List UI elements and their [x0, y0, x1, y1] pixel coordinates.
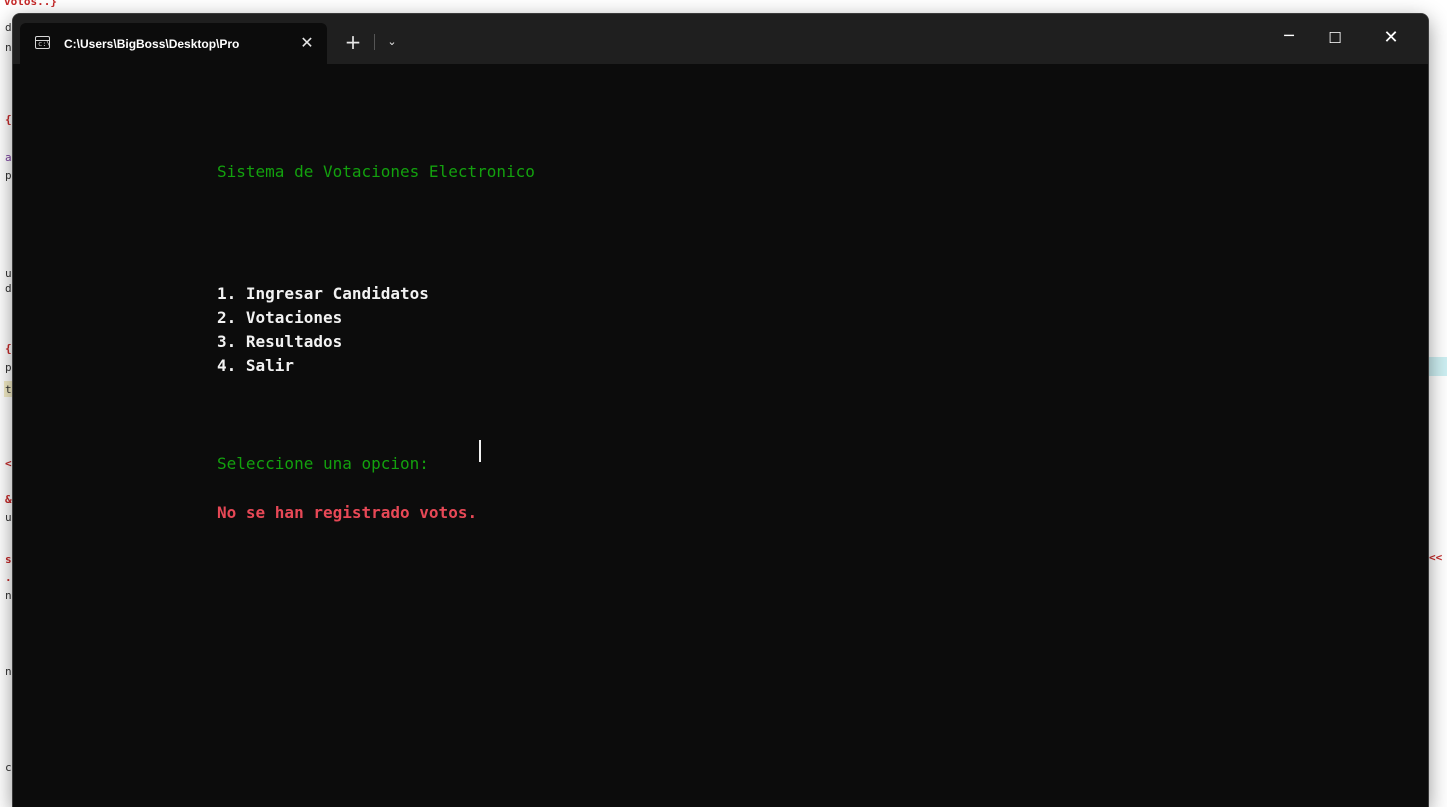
terminal-window[interactable]: c:\ C:\Users\BigBoss\Desktop\Pro ✕ + ⌄ ─… — [13, 14, 1428, 807]
background-code-fragment: t — [5, 383, 12, 396]
minimize-icon[interactable]: ─ — [1266, 14, 1312, 62]
background-code-fragment: n — [5, 665, 12, 678]
menu-item-votaciones: 2. Votaciones — [217, 308, 343, 327]
tab-separator — [374, 34, 375, 50]
background-code-fragment: p — [5, 361, 12, 374]
close-window-icon[interactable]: ✕ — [1368, 14, 1414, 62]
background-code-fragment: a — [5, 151, 12, 164]
background-code-fragment: c — [5, 761, 12, 774]
terminal-tab[interactable]: c:\ C:\Users\BigBoss\Desktop\Pro ✕ — [20, 23, 327, 64]
menu-item-salir: 4. Salir — [217, 356, 295, 375]
cmd-icon: c:\ — [35, 36, 51, 49]
background-highlight — [1428, 357, 1447, 376]
input-prompt: Seleccione una opcion: — [217, 454, 439, 473]
background-code-fragment: votos..} — [4, 0, 57, 8]
menu-item-resultados: 3. Resultados — [217, 332, 343, 351]
maximize-icon[interactable]: ☐ — [1312, 14, 1358, 62]
status-message: No se han registrado votos. — [217, 503, 478, 522]
chevron-down-icon[interactable]: ⌄ — [381, 30, 403, 54]
background-code-fragment: { — [5, 342, 12, 355]
background-code-fragment: << — [1429, 551, 1443, 564]
background-code-fragment: s — [5, 553, 12, 566]
console-output[interactable]: Sistema de Votaciones Electronico 1. Ing… — [13, 64, 1428, 807]
tab-title: C:\Users\BigBoss\Desktop\Pro — [64, 37, 240, 51]
background-code-fragment: . — [5, 571, 12, 584]
close-tab-icon[interactable]: ✕ — [296, 32, 318, 54]
menu-item-ingresar-candidatos: 1. Ingresar Candidatos — [217, 284, 429, 303]
text-cursor[interactable] — [479, 440, 481, 462]
new-tab-icon[interactable]: + — [340, 29, 366, 55]
background-code-fragment: u — [5, 511, 12, 524]
title-bar[interactable]: c:\ C:\Users\BigBoss\Desktop\Pro ✕ + ⌄ ─… — [13, 14, 1428, 64]
background-code-fragment: n — [5, 589, 12, 602]
background-code-fragment: p — [5, 169, 12, 182]
console-title: Sistema de Votaciones Electronico — [217, 162, 535, 181]
background-code-fragment: u — [5, 267, 12, 280]
background-code-fragment: { — [5, 113, 12, 126]
background-code-fragment: & — [5, 493, 12, 506]
background-code-fragment: < — [5, 457, 12, 470]
background-code-fragment: d — [5, 21, 12, 34]
background-code-fragment: n — [5, 41, 12, 54]
background-code-fragment: d — [5, 282, 12, 295]
